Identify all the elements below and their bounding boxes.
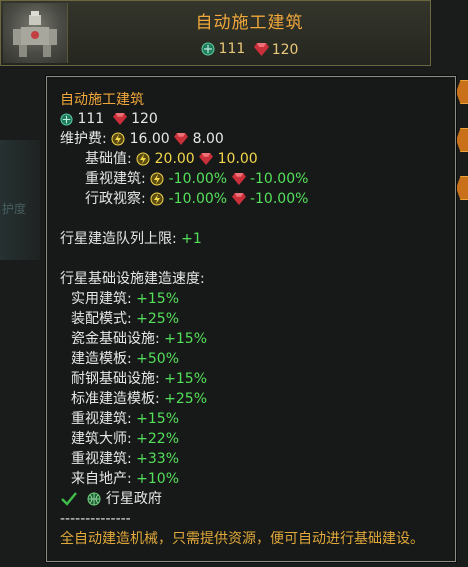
alloy-icon: [231, 173, 246, 185]
separator-line: --------------: [60, 511, 131, 527]
upkeep-modifier-row: 行政视察: -10.00% -10.00%: [85, 191, 309, 207]
upkeep-row: 维护费: 16.00 8.00: [60, 131, 224, 147]
speed-row: 来自地产: +10%: [71, 471, 180, 487]
notification-hex-icon[interactable]: [456, 176, 468, 200]
speed-row: 建造模板: +50%: [71, 351, 180, 367]
influence-icon: [201, 42, 215, 56]
speed-header: 行星基础设施建造速度:: [60, 271, 205, 287]
alloy-icon: [174, 133, 189, 145]
build-queue-row: 行星建造队列上限: +1: [60, 231, 202, 247]
tooltip-title: 自动施工建筑: [60, 92, 144, 108]
upkeep-modifier-row: 重视建筑: -10.00% -10.00%: [85, 171, 309, 187]
speed-row: 瓷金基础设施: +15%: [71, 331, 208, 347]
influence-icon: [60, 112, 73, 126]
building-tooltip: 自动施工建筑 111 120 维护费: 16.00 8.00 基础值: 20.0…: [46, 76, 456, 562]
alloy-icon: [112, 113, 127, 125]
base-upkeep-row: 基础值: 20.00 10.00: [85, 151, 258, 167]
checkmark-icon: [61, 492, 77, 506]
background-hint-text: 护度: [2, 202, 27, 216]
building-description: 全自动建造机械，只需提供资源，便可自动进行基础建设。: [60, 531, 424, 547]
planet-government-icon: [87, 492, 101, 506]
alloy-icon: [231, 193, 246, 205]
notification-hex-icon[interactable]: [456, 80, 468, 104]
alloy-icon: [253, 43, 269, 56]
speed-row: 重视建筑: +33%: [71, 451, 180, 467]
building-thumbnail: [3, 3, 68, 63]
energy-icon: [136, 152, 150, 166]
building-cost: 111 120: [69, 41, 430, 60]
building-header-card[interactable]: 自动施工建筑 111 120: [0, 0, 431, 66]
energy-icon: [111, 132, 125, 146]
speed-row: 实用建筑: +15%: [71, 291, 180, 307]
building-title: 自动施工建筑: [195, 13, 304, 33]
speed-row: 装配模式: +25%: [71, 311, 180, 327]
energy-icon: [150, 172, 164, 186]
speed-row: 耐钢基础设施: +15%: [71, 371, 208, 387]
speed-row: 标准建造模板: +25%: [71, 391, 208, 407]
construction-robot-icon: [13, 11, 57, 57]
speed-row: 建筑大师: +22%: [71, 431, 180, 447]
tooltip-cost-row: 111 120: [60, 110, 158, 128]
notification-hex-icon[interactable]: [456, 128, 468, 152]
alloy-icon: [199, 153, 214, 165]
requirement-row: 行星政府: [61, 490, 162, 508]
speed-row: 重视建筑: +15%: [71, 411, 180, 427]
energy-icon: [150, 192, 164, 206]
